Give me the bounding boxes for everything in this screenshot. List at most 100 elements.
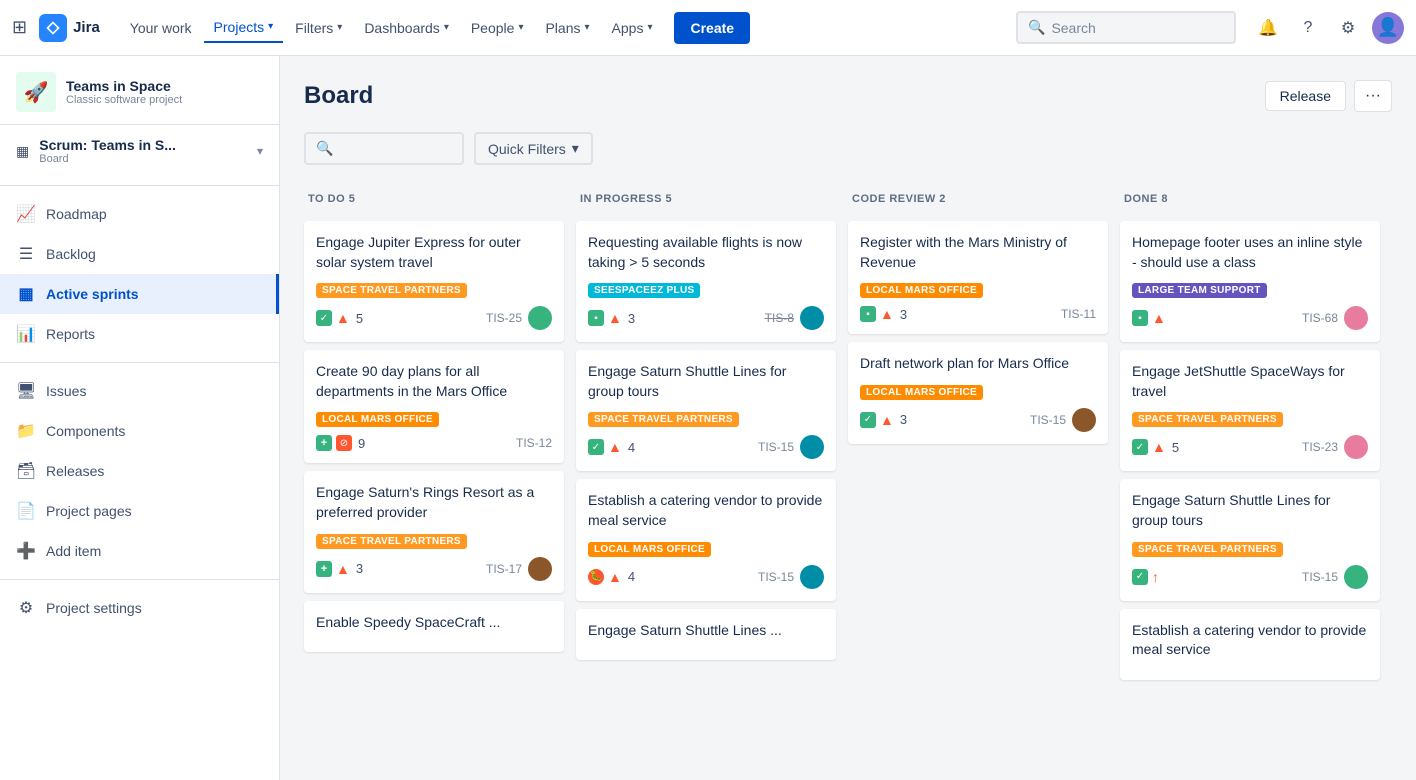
grid-icon[interactable]: ⊞ <box>12 17 27 38</box>
nav-plans[interactable]: Plans ▾ <box>535 14 599 42</box>
card-title: Draft network plan for Mars Office <box>860 354 1096 374</box>
settings-button[interactable]: ⚙ <box>1332 12 1364 44</box>
board-search[interactable]: 🔍 <box>304 132 464 165</box>
card-title: Engage Saturn Shuttle Lines for group to… <box>1132 491 1368 530</box>
story-points: 4 <box>628 569 635 584</box>
nav-dashboards[interactable]: Dashboards ▾ <box>354 14 459 42</box>
priority-icon: ▲ <box>608 569 622 585</box>
sidebar-divider <box>0 185 279 186</box>
nav-projects[interactable]: Projects ▾ <box>204 13 284 43</box>
sidebar-item-roadmap[interactable]: 📈 Roadmap <box>0 194 279 234</box>
sidebar-item-backlog[interactable]: ☰ Backlog <box>0 234 279 274</box>
sidebar-item-components[interactable]: 📁 Components <box>0 411 279 451</box>
board-sub: Board <box>39 153 176 165</box>
chevron-down-icon: ▾ <box>518 22 523 33</box>
sidebar-item-active-sprints[interactable]: ▦ Active sprints <box>0 274 279 314</box>
jira-logo[interactable]: Jira <box>39 14 100 42</box>
sidebar-item-issues[interactable]: 🖥 Issues <box>0 371 279 411</box>
reports-icon: 📊 <box>16 324 36 344</box>
card-icons: ✓ ▲ <box>316 310 350 326</box>
card-icons: 🐛 ▲ <box>588 569 622 585</box>
sidebar-item-label: Backlog <box>46 246 96 262</box>
card-ip-4[interactable]: Engage Saturn Shuttle Lines ... <box>576 609 836 661</box>
check-icon: ✓ <box>316 310 332 326</box>
card-done-4[interactable]: Establish a catering vendor to provide m… <box>1120 609 1380 680</box>
help-button[interactable]: ? <box>1292 12 1324 44</box>
quick-filters-button[interactable]: Quick Filters ▾ <box>474 132 593 165</box>
card-tis17[interactable]: Engage Saturn's Rings Resort as a prefer… <box>304 471 564 592</box>
column-done: DONE 8 Homepage footer uses an inline st… <box>1120 185 1380 680</box>
release-button[interactable]: Release <box>1265 81 1346 111</box>
nav-apps[interactable]: Apps ▾ <box>602 14 663 42</box>
cards-inprogress: Requesting available flights is now taki… <box>576 221 836 660</box>
card-done-tis15[interactable]: Engage Saturn Shuttle Lines for group to… <box>1120 479 1380 600</box>
card-icons: ▪ ▲ <box>860 306 894 322</box>
sidebar-item-reports[interactable]: 📊 Reports <box>0 314 279 354</box>
card-todo-4[interactable]: Enable Speedy SpaceCraft ... <box>304 601 564 653</box>
search-icon: 🔍 <box>1028 19 1045 36</box>
column-header-inprogress: IN PROGRESS 5 <box>576 185 836 213</box>
priority-icon: ▲ <box>336 310 350 326</box>
story-points: 3 <box>900 412 907 427</box>
card-ip-catering[interactable]: Establish a catering vendor to provide m… <box>576 479 836 600</box>
more-options-button[interactable]: ··· <box>1354 80 1392 112</box>
story-icon: ▪ <box>588 310 604 326</box>
board-icon: ▦ <box>16 143 29 160</box>
check-icon: ✓ <box>860 412 876 428</box>
chevron-down-icon: ▾ <box>444 22 449 33</box>
column-inprogress: IN PROGRESS 5 Requesting available fligh… <box>576 185 836 680</box>
card-tis25[interactable]: Engage Jupiter Express for outer solar s… <box>304 221 564 342</box>
priority-icon: ▲ <box>880 412 894 428</box>
card-tag: SPACE TRAVEL PARTNERS <box>316 283 467 298</box>
card-footer: + ▲ 3 TIS-17 <box>316 557 552 581</box>
priority-icon: ▲ <box>608 310 622 326</box>
card-icons: + ⊘ <box>316 435 352 451</box>
board-selector[interactable]: ▦ Scrum: Teams in S... Board ▾ <box>0 125 279 177</box>
card-tis23[interactable]: Engage JetShuttle SpaceWays for travel S… <box>1120 350 1380 471</box>
priority-icon: ▲ <box>336 561 350 577</box>
create-button[interactable]: Create <box>674 12 750 44</box>
nav-people[interactable]: People ▾ <box>461 14 534 42</box>
card-tis12[interactable]: Create 90 day plans for all departments … <box>304 350 564 463</box>
chevron-down-icon: ▾ <box>268 21 273 32</box>
card-id: TIS-12 <box>516 436 552 450</box>
nav-your-work[interactable]: Your work <box>120 14 202 42</box>
notifications-button[interactable]: 🔔 <box>1252 12 1284 44</box>
card-tag: LOCAL MARS OFFICE <box>316 412 439 427</box>
sidebar: 🚀 Teams in Space Classic software projec… <box>0 56 280 780</box>
project-name: Teams in Space <box>66 78 182 94</box>
chevron-down-icon: ▾ <box>337 22 342 33</box>
sidebar-item-project-pages[interactable]: 📄 Project pages <box>0 491 279 531</box>
card-icons: ✓ ▲ <box>860 412 894 428</box>
card-tis8[interactable]: Requesting available flights is now taki… <box>576 221 836 342</box>
card-avatar <box>800 565 824 589</box>
sidebar-item-releases[interactable]: 🗃 Releases <box>0 451 279 491</box>
sidebar-item-add[interactable]: ➕ Add item <box>0 531 279 571</box>
card-id: TIS-23 <box>1302 440 1338 454</box>
nav-filters[interactable]: Filters ▾ <box>285 14 352 42</box>
search-bar[interactable]: 🔍 Search <box>1016 11 1236 44</box>
card-avatar <box>800 435 824 459</box>
card-footer: ✓ ▲ 4 TIS-15 <box>588 435 824 459</box>
card-footer: ▪ ▲ TIS-68 <box>1132 306 1368 330</box>
card-tis11[interactable]: Register with the Mars Ministry of Reven… <box>848 221 1108 334</box>
board-columns: TO DO 5 Engage Jupiter Express for outer… <box>304 185 1392 680</box>
card-tis68[interactable]: Homepage footer uses an inline style - s… <box>1120 221 1380 342</box>
cards-codereview: Register with the Mars Ministry of Reven… <box>848 221 1108 444</box>
card-title: Engage Saturn Shuttle Lines for group to… <box>588 362 824 401</box>
story-icon: ▪ <box>1132 310 1148 326</box>
column-codereview: CODE REVIEW 2 Register with the Mars Min… <box>848 185 1108 680</box>
sidebar-item-project-settings[interactable]: ⚙ Project settings <box>0 588 279 628</box>
card-tag: SPACE TRAVEL PARTNERS <box>1132 542 1283 557</box>
card-icons: ▪ ▲ <box>588 310 622 326</box>
card-title: Engage Jupiter Express for outer solar s… <box>316 233 552 272</box>
card-ip-tis15[interactable]: Engage Saturn Shuttle Lines for group to… <box>576 350 836 471</box>
card-cr-tis15[interactable]: Draft network plan for Mars Office LOCAL… <box>848 342 1108 444</box>
priority-icon: ▲ <box>1152 439 1166 455</box>
chevron-down-icon: ▾ <box>257 144 263 158</box>
card-footer: + ⊘ 9 TIS-12 <box>316 435 552 451</box>
project-type: Classic software project <box>66 94 182 106</box>
story-points: 5 <box>356 311 363 326</box>
user-avatar[interactable]: 👤 <box>1372 12 1404 44</box>
card-id: TIS-15 <box>758 440 794 454</box>
